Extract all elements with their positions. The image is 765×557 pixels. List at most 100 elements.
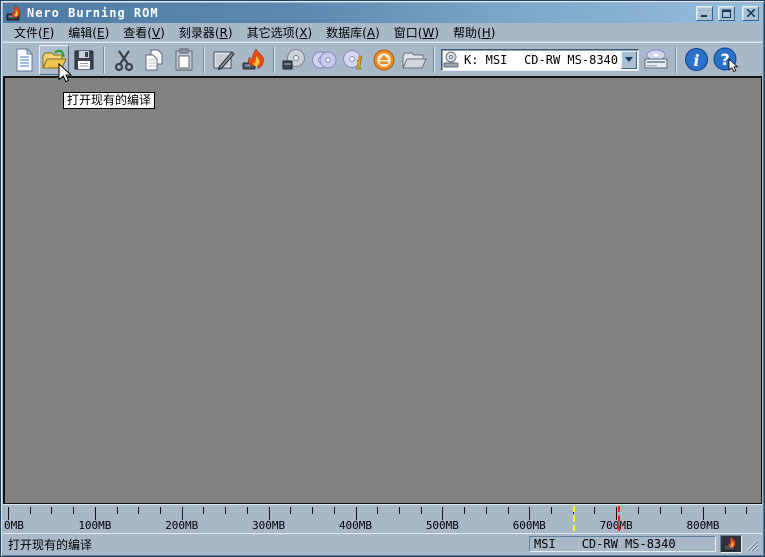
drive-icon	[442, 51, 460, 69]
ruler-tick	[551, 507, 552, 514]
ruler-tick	[486, 507, 487, 514]
status-drive-panel: MSI CD-RW MS-8340	[529, 536, 716, 552]
ruler-label: 800MB	[686, 519, 719, 532]
status-message: 打开现有的编译	[5, 536, 529, 553]
new-document-icon	[13, 48, 35, 72]
floppy-disk-icon	[73, 49, 95, 71]
ruler-tick	[312, 507, 313, 514]
toolbar-separator	[675, 47, 677, 73]
help-icon: ?	[713, 47, 740, 73]
ruler-tick	[247, 507, 248, 514]
ruler-label: 100MB	[78, 519, 111, 532]
maximize-icon	[722, 9, 731, 18]
svg-text:i: i	[693, 51, 699, 70]
app-window: Nero Burning ROM 文件(F) 编辑(E) 查看(V) 刻录器(R…	[0, 0, 765, 557]
ruler-tick	[138, 507, 139, 514]
ruler-tick	[464, 507, 465, 514]
window-title: Nero Burning ROM	[27, 6, 691, 20]
toolbar-separator	[103, 47, 105, 73]
ruler-label: 300MB	[252, 519, 285, 532]
drive-selector-dropdown-button[interactable]	[621, 51, 637, 69]
menu-recorder[interactable]: 刻录器(R)	[172, 23, 240, 42]
save-button[interactable]	[69, 45, 99, 75]
cd-copy-icon	[311, 48, 337, 72]
menu-edit[interactable]: 编辑(E)	[61, 23, 116, 42]
ruler-label: 700MB	[600, 519, 633, 532]
ruler-tick	[725, 507, 726, 514]
drive-selector-model: CD-RW MS-8340	[524, 53, 618, 67]
ruler-label: 0MB	[4, 519, 24, 532]
cd-recorder-disc-icon	[281, 48, 307, 72]
toolbar: i K: MSI CD-RW MS-8	[3, 42, 762, 76]
ruler-tick	[660, 507, 661, 514]
minimize-button[interactable]	[696, 6, 713, 21]
info-icon: i	[684, 47, 709, 72]
menu-view[interactable]: 查看(V)	[116, 23, 172, 42]
flame-burner-icon	[241, 48, 267, 72]
yellow-capacity-marker	[573, 506, 575, 531]
menu-window[interactable]: 窗口(W)	[387, 23, 446, 42]
svg-text:i: i	[356, 54, 362, 72]
write-compilation-button[interactable]	[209, 45, 239, 75]
disc-info-icon: i	[341, 48, 367, 72]
tooltip: 打开现有的编译	[63, 92, 155, 109]
close-button[interactable]	[742, 6, 759, 21]
ruler-tick	[73, 507, 74, 514]
status-drive-name: MSI	[534, 537, 556, 551]
ruler-tick	[594, 507, 595, 514]
burn-button[interactable]	[239, 45, 269, 75]
copy-pages-icon	[142, 48, 166, 72]
ruler-tick	[421, 507, 422, 514]
resize-grip-icon	[746, 539, 759, 552]
status-bar: 打开现有的编译 MSI CD-RW MS-8340	[3, 533, 762, 554]
maximize-button[interactable]	[718, 6, 735, 21]
ruler-tick	[377, 507, 378, 514]
ruler-label: 400MB	[339, 519, 372, 532]
help-button[interactable]: ?	[711, 45, 741, 75]
svg-text:?: ?	[720, 50, 729, 69]
menu-help[interactable]: 帮助(H)	[446, 23, 502, 42]
cd-burner-button[interactable]	[641, 45, 671, 75]
toolbar-separator	[433, 47, 435, 73]
nero-status-icon	[720, 535, 742, 553]
title-bar[interactable]: Nero Burning ROM	[3, 3, 762, 23]
ruler-tick	[203, 507, 204, 514]
drive-selector-device: K: MSI	[464, 53, 507, 67]
capacity-ruler: 0MB100MB200MB300MB400MB500MB600MB700MB80…	[3, 504, 762, 533]
new-compilation-button[interactable]	[9, 45, 39, 75]
app-icon	[6, 5, 24, 21]
minimize-icon	[701, 9, 709, 18]
ruler-tick	[508, 507, 509, 514]
ruler-tick	[334, 507, 335, 514]
eject-icon	[372, 48, 396, 72]
ruler-tick	[117, 507, 118, 514]
pen-document-icon	[212, 48, 236, 72]
chevron-down-icon	[625, 57, 633, 62]
disc-info-button[interactable]: i	[339, 45, 369, 75]
scissors-icon	[113, 48, 135, 72]
mouse-cursor-icon	[58, 63, 72, 87]
copy-button[interactable]	[139, 45, 169, 75]
open-folder-button[interactable]	[399, 45, 429, 75]
eject-button[interactable]	[369, 45, 399, 75]
ruler-label: 500MB	[426, 519, 459, 532]
resize-grip[interactable]	[746, 539, 760, 553]
ruler-tick	[290, 507, 291, 514]
ruler-tick	[746, 507, 747, 514]
drive-selector[interactable]: K: MSI CD-RW MS-8340	[441, 49, 639, 71]
paste-button[interactable]	[169, 45, 199, 75]
menu-database[interactable]: 数据库(A)	[319, 23, 387, 42]
menu-file[interactable]: 文件(F)	[7, 23, 61, 42]
ruler-tick	[225, 507, 226, 514]
compilation-area	[3, 76, 762, 504]
copy-cd-button[interactable]	[309, 45, 339, 75]
toolbar-separator	[273, 47, 275, 73]
cut-button[interactable]	[109, 45, 139, 75]
ruler-tick	[160, 507, 161, 514]
menu-extras[interactable]: 其它选项(X)	[240, 23, 320, 42]
ruler-tick	[399, 507, 400, 514]
burn-cd-button[interactable]	[279, 45, 309, 75]
ruler-label: 600MB	[513, 519, 546, 532]
info-button[interactable]: i	[681, 45, 711, 75]
red-capacity-marker	[618, 506, 620, 531]
